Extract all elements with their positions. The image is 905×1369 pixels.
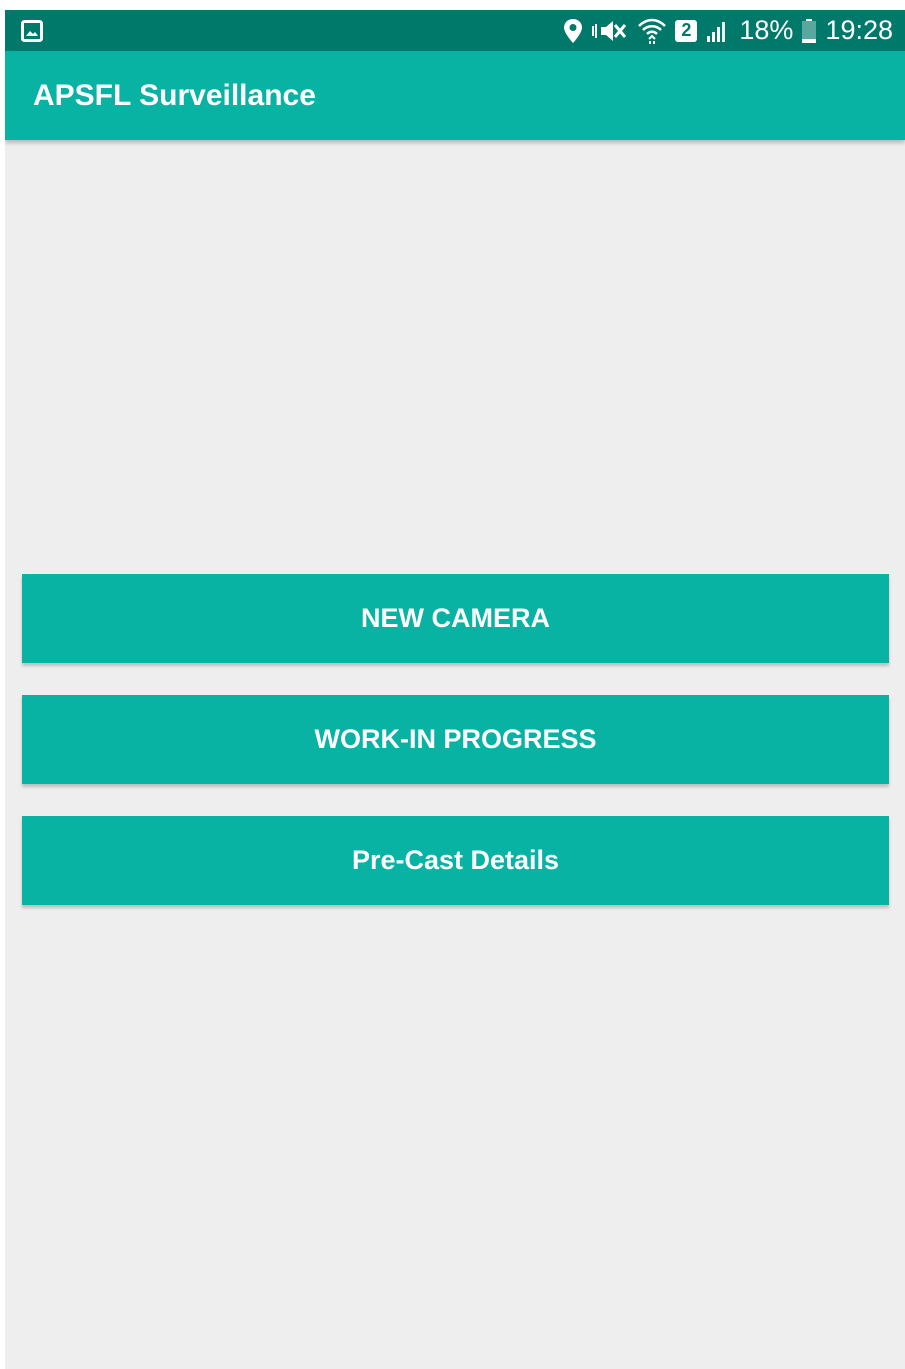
location-icon [563,18,583,44]
wifi-icon [637,17,667,45]
app-bar: APSFL Surveillance [5,51,905,140]
battery-icon [801,18,817,44]
sim-slot-badge: 2 [675,19,698,42]
mute-icon [591,18,629,44]
sim-icon: 2 [675,19,698,42]
status-icons: 2 18% 19:28 [563,10,893,51]
gallery-icon [21,20,43,42]
work-in-progress-button[interactable]: WORK-IN PROGRESS [22,695,889,784]
app-title: APSFL Surveillance [33,79,316,112]
pre-cast-details-button[interactable]: Pre-Cast Details [22,816,889,905]
status-bar: 2 18% 19:28 [5,10,905,51]
battery-percent: 18% [739,15,794,45]
signal-icon [705,18,731,44]
new-camera-button[interactable]: NEW CAMERA [22,574,889,663]
app-screen: 2 18% 19:28 APSFL Surveillance NEW CAMER… [5,10,905,1369]
clock: 19:28 [825,15,893,45]
